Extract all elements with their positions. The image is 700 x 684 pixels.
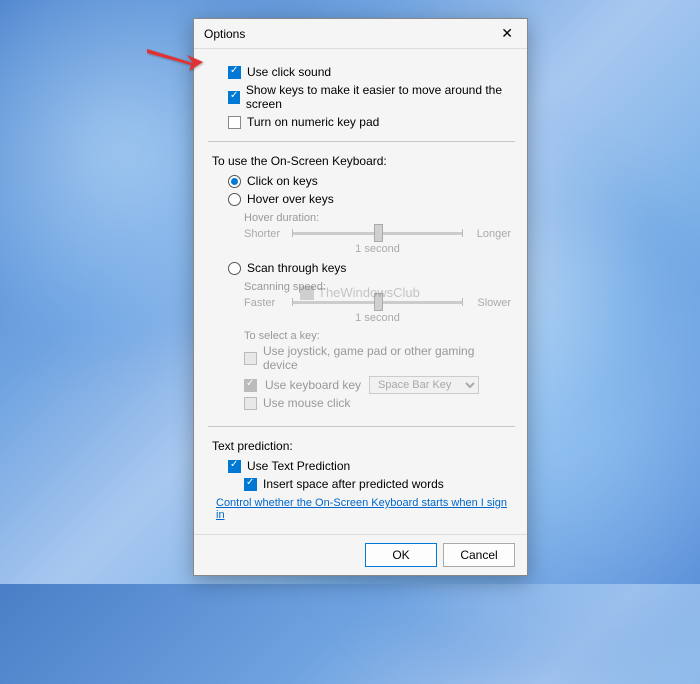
use-keyboard-key-label: Use keyboard key [265, 378, 361, 392]
show-keys-label: Show keys to make it easier to move arou… [246, 83, 511, 111]
use-text-prediction-label: Use Text Prediction [247, 459, 350, 473]
slider-thumb[interactable] [374, 293, 383, 311]
show-keys-checkbox[interactable] [228, 91, 240, 104]
button-row: OK Cancel [194, 534, 527, 575]
close-button[interactable]: ✕ [497, 25, 517, 42]
dialog-title: Options [204, 27, 245, 41]
pointer-arrow [145, 45, 205, 76]
use-joystick-checkbox [244, 352, 257, 365]
click-on-keys-radio[interactable] [228, 175, 241, 188]
slider-thumb[interactable] [374, 224, 383, 242]
text-prediction-heading: Text prediction: [212, 439, 511, 453]
hover-value-label: 1 second [244, 243, 511, 255]
close-icon: ✕ [501, 25, 513, 41]
hover-over-keys-label: Hover over keys [247, 192, 334, 206]
hover-duration-label: Hover duration: [244, 212, 511, 224]
use-click-sound-label: Use click sound [247, 65, 331, 79]
scan-value-label: 1 second [244, 312, 511, 324]
keyboard-section-heading: To use the On-Screen Keyboard: [212, 154, 511, 168]
scan-through-keys-radio[interactable] [228, 262, 241, 275]
numeric-keypad-checkbox[interactable] [228, 116, 241, 129]
options-dialog: Options ✕ Use click sound Show keys to m… [193, 18, 528, 576]
use-mouse-click-checkbox [244, 397, 257, 410]
cancel-button[interactable]: Cancel [443, 543, 515, 567]
ok-button[interactable]: OK [365, 543, 437, 567]
use-mouse-click-label: Use mouse click [263, 396, 350, 410]
scan-through-keys-label: Scan through keys [247, 261, 346, 275]
numeric-keypad-label: Turn on numeric key pad [247, 115, 379, 129]
use-click-sound-checkbox[interactable] [228, 66, 241, 79]
control-startup-link[interactable]: Control whether the On-Screen Keyboard s… [216, 497, 511, 521]
scan-min-label: Faster [244, 297, 284, 309]
titlebar: Options ✕ [194, 19, 527, 49]
use-joystick-label: Use joystick, game pad or other gaming d… [263, 344, 511, 372]
scan-speed-label: Scanning speed: [244, 281, 511, 293]
use-keyboard-key-checkbox [244, 379, 257, 392]
select-key-label: To select a key: [244, 330, 511, 342]
scan-speed-slider[interactable] [292, 301, 463, 304]
hover-duration-slider[interactable] [292, 232, 463, 235]
hover-min-label: Shorter [244, 228, 284, 240]
hover-max-label: Longer [471, 228, 511, 240]
scan-max-label: Slower [471, 297, 511, 309]
hover-over-keys-radio[interactable] [228, 193, 241, 206]
insert-space-label: Insert space after predicted words [263, 477, 444, 491]
click-on-keys-label: Click on keys [247, 174, 318, 188]
keyboard-key-select: Space Bar Key [369, 376, 479, 394]
insert-space-checkbox[interactable] [244, 478, 257, 491]
use-text-prediction-checkbox[interactable] [228, 460, 241, 473]
